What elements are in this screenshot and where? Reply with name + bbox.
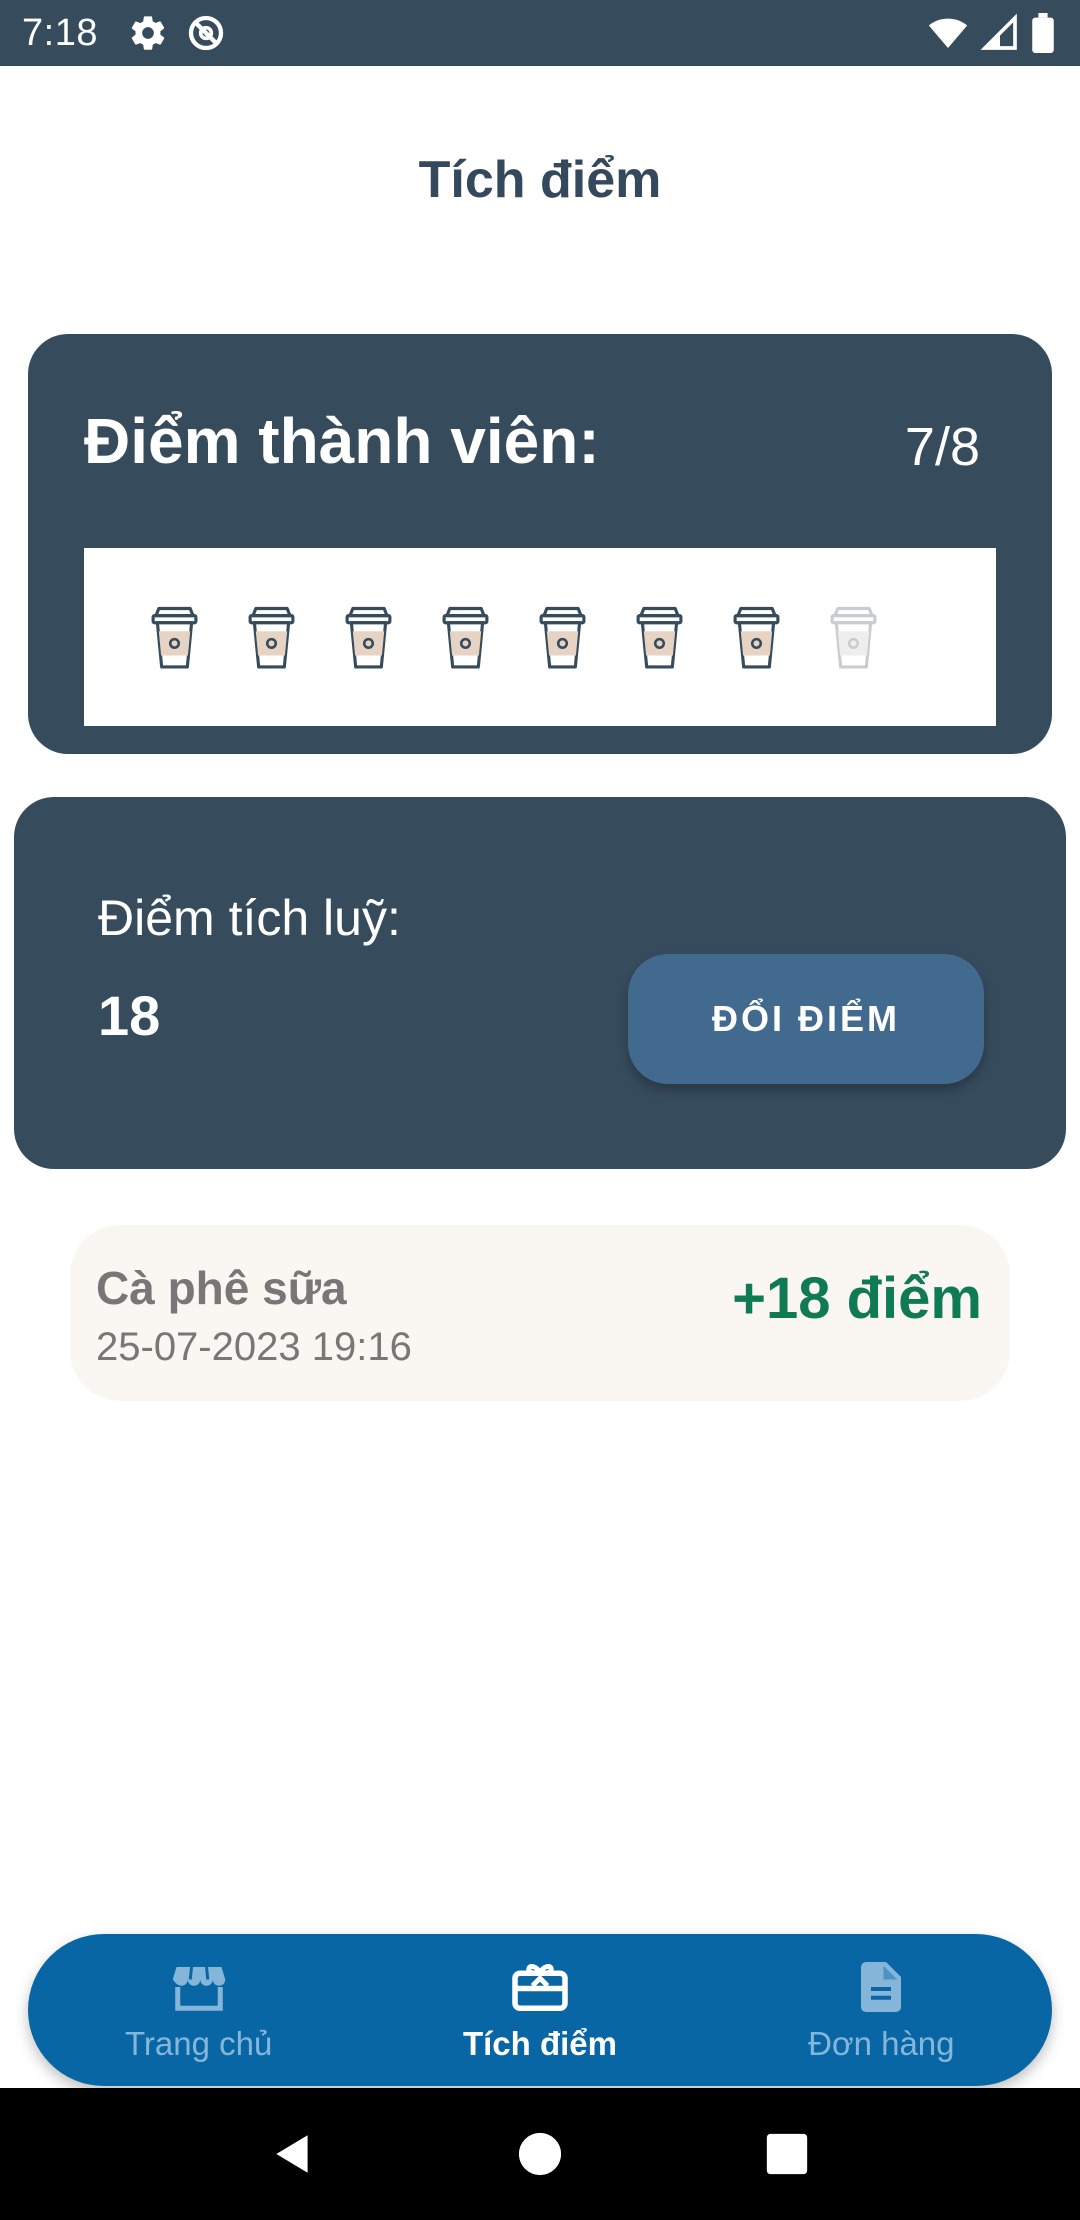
redeem-points-button[interactable]: ĐỔI ĐIỂM bbox=[628, 954, 984, 1084]
member-points-label: Điểm thành viên: bbox=[84, 405, 600, 477]
page-title: Tích điểm bbox=[418, 151, 662, 209]
gift-card-icon bbox=[510, 1957, 570, 2017]
coffee-cup-filled-icon bbox=[631, 601, 688, 673]
list-item[interactable]: Cà phê sữa 25-07-2023 19:16 +18 điểm bbox=[70, 1225, 1010, 1401]
coffee-cup-filled-icon bbox=[146, 601, 203, 673]
battery-icon bbox=[1032, 13, 1058, 53]
nav-label-orders: Đơn hàng bbox=[808, 2025, 955, 2062]
coffee-cup-filled-icon bbox=[728, 601, 785, 673]
back-icon[interactable] bbox=[263, 2124, 323, 2184]
status-bar: 7:18 bbox=[0, 0, 1080, 66]
member-points-value: 7/8 bbox=[904, 417, 980, 477]
accumulated-points-value: 18 bbox=[98, 984, 161, 1047]
screen: 7:18 Tích điểm Điểm thành viên: 7/8 Điểm… bbox=[0, 0, 1080, 2220]
nav-label-home: Trang chủ bbox=[124, 2025, 273, 2062]
coffee-cup-filled-icon bbox=[340, 601, 397, 673]
coffee-cup-filled-icon bbox=[534, 601, 591, 673]
cup-stamp-row bbox=[84, 548, 996, 726]
accumulated-points-card: Điểm tích luỹ: 18 ĐỔI ĐIỂM bbox=[14, 797, 1066, 1169]
nav-item-points[interactable]: Tích điểm bbox=[390, 1957, 690, 2063]
accumulated-points-label: Điểm tích luỹ: bbox=[98, 890, 401, 946]
no-sync-icon bbox=[186, 13, 226, 53]
system-nav-bar bbox=[0, 2088, 1080, 2220]
nav-item-orders[interactable]: Đơn hàng bbox=[731, 1957, 1031, 2063]
nav-item-home[interactable]: Trang chủ bbox=[49, 1957, 349, 2063]
gear-icon bbox=[128, 13, 168, 53]
home-circle-icon[interactable] bbox=[510, 2124, 570, 2184]
status-time: 7:18 bbox=[22, 11, 98, 54]
recents-square-icon[interactable] bbox=[757, 2124, 817, 2184]
history-item-date: 25-07-2023 19:16 bbox=[96, 1325, 412, 1369]
wifi-icon bbox=[928, 13, 968, 53]
coffee-cup-filled-icon bbox=[437, 601, 494, 673]
coffee-cup-empty-icon bbox=[825, 601, 882, 673]
store-icon bbox=[169, 1957, 229, 2017]
status-right bbox=[928, 13, 1058, 53]
history-item-name: Cà phê sữa bbox=[96, 1262, 347, 1314]
history-item-points: +18 điểm bbox=[732, 1266, 982, 1331]
bottom-nav: Trang chủ Tích điểm Đơn hàng bbox=[28, 1934, 1052, 2086]
coffee-cup-filled-icon bbox=[243, 601, 300, 673]
nav-label-points: Tích điểm bbox=[462, 2025, 617, 2062]
signal-icon bbox=[980, 13, 1020, 53]
member-points-card: Điểm thành viên: 7/8 bbox=[28, 334, 1052, 754]
document-icon bbox=[851, 1957, 911, 2017]
